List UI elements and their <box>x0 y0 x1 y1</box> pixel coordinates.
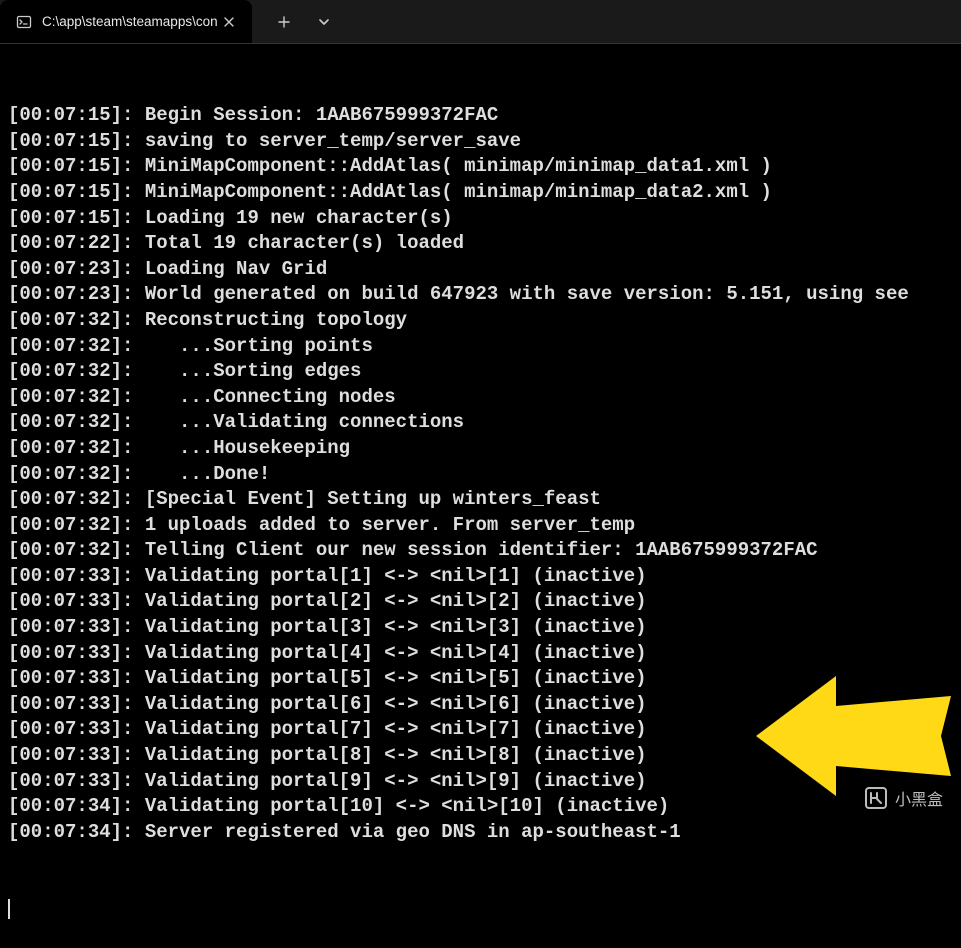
log-line: [00:07:22]: Total 19 character(s) loaded <box>8 231 953 257</box>
close-tab-button[interactable] <box>218 11 240 33</box>
log-line: [00:07:33]: Validating portal[3] <-> <ni… <box>8 615 953 641</box>
terminal-tab[interactable]: C:\app\steam\steamapps\con <box>0 0 252 43</box>
log-line: [00:07:32]: [Special Event] Setting up w… <box>8 487 953 513</box>
tab-actions <box>266 4 342 40</box>
tab-dropdown-button[interactable] <box>306 4 342 40</box>
log-line: [00:07:15]: MiniMapComponent::AddAtlas( … <box>8 154 953 180</box>
terminal-icon <box>16 14 32 30</box>
log-line: [00:07:15]: Loading 19 new character(s) <box>8 206 953 232</box>
log-line: [00:07:32]: Reconstructing topology <box>8 308 953 334</box>
log-line: [00:07:32]: Telling Client our new sessi… <box>8 538 953 564</box>
log-line: [00:07:33]: Validating portal[9] <-> <ni… <box>8 769 953 795</box>
text-cursor <box>8 899 10 919</box>
log-line: [00:07:32]: ...Validating connections <box>8 410 953 436</box>
log-line: [00:07:33]: Validating portal[2] <-> <ni… <box>8 589 953 615</box>
log-line: [00:07:15]: MiniMapComponent::AddAtlas( … <box>8 180 953 206</box>
log-line: [00:07:32]: 1 uploads added to server. F… <box>8 513 953 539</box>
log-line: [00:07:23]: Loading Nav Grid <box>8 257 953 283</box>
log-line: [00:07:32]: ...Sorting points <box>8 334 953 360</box>
cursor-line <box>8 897 953 923</box>
tab-title: C:\app\steam\steamapps\con <box>42 14 218 29</box>
log-line: [00:07:23]: World generated on build 647… <box>8 282 953 308</box>
log-line: [00:07:15]: Begin Session: 1AAB675999372… <box>8 103 953 129</box>
log-line: [00:07:33]: Validating portal[5] <-> <ni… <box>8 666 953 692</box>
log-line: [00:07:32]: ...Housekeeping <box>8 436 953 462</box>
log-line: [00:07:34]: Validating portal[10] <-> <n… <box>8 794 953 820</box>
log-line: [00:07:32]: ...Sorting edges <box>8 359 953 385</box>
new-tab-button[interactable] <box>266 4 302 40</box>
log-line: [00:07:33]: Validating portal[6] <-> <ni… <box>8 692 953 718</box>
log-line: [00:07:33]: Validating portal[7] <-> <ni… <box>8 717 953 743</box>
log-line: [00:07:15]: saving to server_temp/server… <box>8 129 953 155</box>
log-line: [00:07:32]: ...Connecting nodes <box>8 385 953 411</box>
log-container: [00:07:15]: Begin Session: 1AAB675999372… <box>8 103 953 845</box>
log-line: [00:07:33]: Validating portal[8] <-> <ni… <box>8 743 953 769</box>
log-line: [00:07:33]: Validating portal[1] <-> <ni… <box>8 564 953 590</box>
log-line: [00:07:34]: Server registered via geo DN… <box>8 820 953 846</box>
log-line: [00:07:33]: Validating portal[4] <-> <ni… <box>8 641 953 667</box>
terminal-output[interactable]: [00:07:15]: Begin Session: 1AAB675999372… <box>0 44 961 948</box>
tab-bar: C:\app\steam\steamapps\con <box>0 0 961 44</box>
log-line: [00:07:32]: ...Done! <box>8 462 953 488</box>
